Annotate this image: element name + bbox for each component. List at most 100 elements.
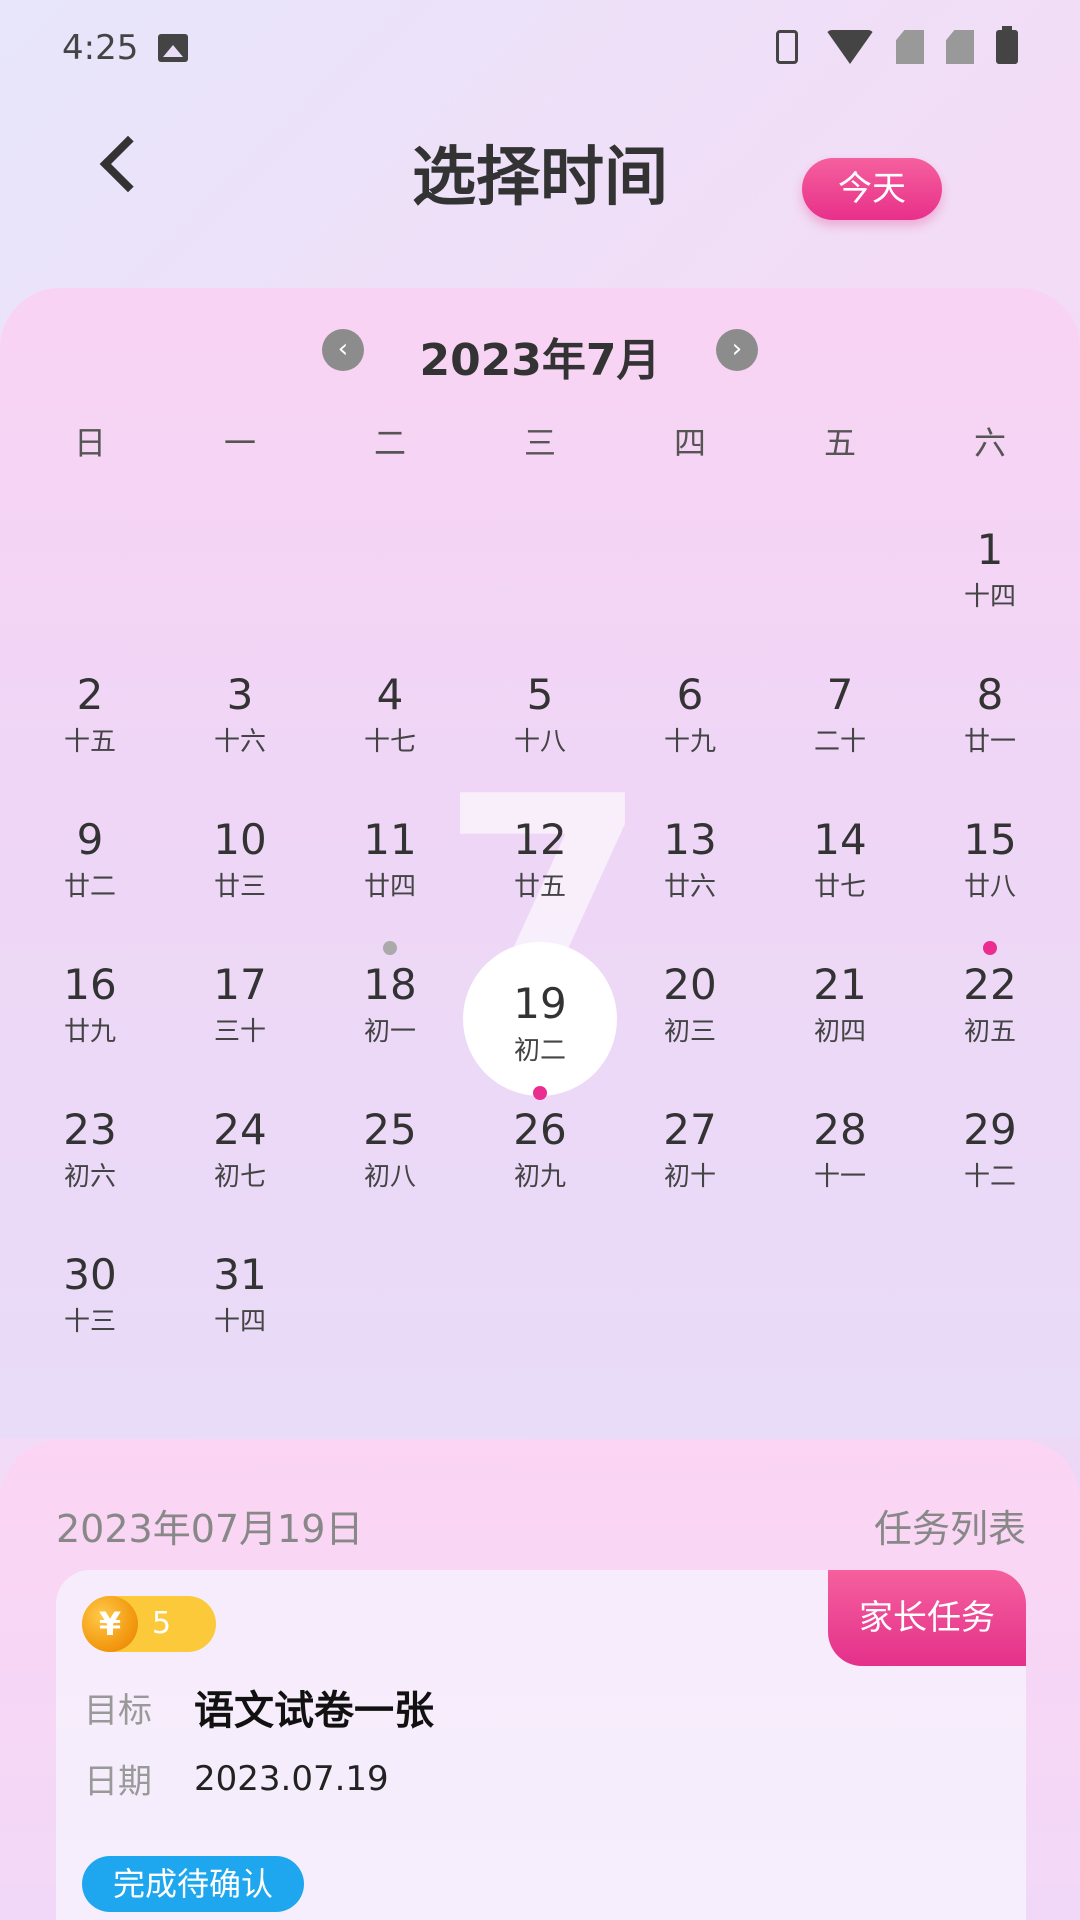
lunar-date: 十一 (813, 1162, 866, 1192)
task-dot (533, 1086, 547, 1100)
today-button[interactable]: 今天 (802, 158, 942, 220)
reward-badge: ¥ 5 (82, 1596, 216, 1652)
day-cell[interactable]: 24 初七 (165, 1086, 315, 1231)
day-cell-empty (615, 506, 765, 651)
calendar-card: ‹ 2023年7月 › 日 一 二 三 四 五 六 7 1 十四 2 十五 3 十六 4 十七 5 十八 6 十九… (0, 288, 1080, 1438)
day-number: 31 (213, 1250, 267, 1299)
day-number: 14 (813, 815, 867, 864)
day-cell[interactable]: 10 廿三 (165, 796, 315, 941)
day-cell[interactable]: 28 十一 (765, 1086, 915, 1231)
lunar-date: 廿四 (363, 872, 416, 902)
lunar-date: 十四 (963, 582, 1016, 612)
date-value: 2023.07.19 (194, 1758, 389, 1799)
lunar-date: 十四 (213, 1307, 266, 1337)
day-cell[interactable]: 14 廿七 (765, 796, 915, 941)
day-cell[interactable]: 1 十四 (915, 506, 1065, 651)
day-number: 21 (813, 960, 867, 1009)
day-number: 24 (213, 1105, 267, 1154)
day-cell[interactable]: 15 廿八 (915, 796, 1065, 941)
day-number: 6 (676, 670, 704, 719)
day-number: 19 (513, 979, 567, 1028)
day-cell[interactable]: 20 初三 (615, 941, 765, 1086)
lunar-date: 初一 (363, 1017, 416, 1047)
lunar-date: 廿三 (213, 872, 266, 902)
task-dot (383, 941, 397, 955)
lunar-date: 初四 (813, 1017, 866, 1047)
day-cell[interactable]: 4 十七 (315, 651, 465, 796)
day-cell[interactable]: 25 初八 (315, 1086, 465, 1231)
day-number: 5 (526, 670, 554, 719)
day-cell[interactable]: 11 廿四 (315, 796, 465, 941)
weekday-label: 日 (73, 424, 106, 462)
task-list-link[interactable]: 任务列表 (874, 1498, 1026, 1553)
weekday-label: 六 (973, 424, 1006, 462)
goal-label: 目标 (84, 1690, 152, 1731)
day-number: 13 (663, 815, 717, 864)
task-dot (983, 941, 997, 955)
lunar-date: 初五 (963, 1017, 1016, 1047)
goal-value: 语文试卷一张 (194, 1688, 434, 1734)
vibrate-icon (776, 30, 798, 64)
sim-icon (946, 30, 974, 64)
day-number: 28 (813, 1105, 867, 1154)
lunar-date: 十二 (963, 1162, 1016, 1192)
day-cell[interactable]: 22 初五 (915, 941, 1065, 1086)
day-number: 3 (226, 670, 254, 719)
day-cell[interactable]: 8 廿一 (915, 651, 1065, 796)
weekday-label: 一 (223, 424, 256, 462)
day-cell[interactable]: 31 十四 (165, 1231, 315, 1376)
day-cell[interactable]: 2 十五 (15, 651, 165, 796)
status-badge: 完成待确认 (82, 1856, 304, 1912)
day-cell[interactable]: 9 廿二 (15, 796, 165, 941)
day-cell[interactable]: 16 廿九 (15, 941, 165, 1086)
day-number: 22 (963, 960, 1017, 1009)
day-cell[interactable]: 13 廿六 (615, 796, 765, 941)
chevron-right-icon: › (731, 334, 743, 364)
lunar-date: 初十 (663, 1162, 716, 1192)
lunar-date: 廿二 (63, 872, 116, 902)
day-cell[interactable]: 30 十三 (15, 1231, 165, 1376)
battery-icon (996, 26, 1018, 64)
day-cell[interactable]: 6 十九 (615, 651, 765, 796)
weekday-label: 五 (823, 424, 856, 462)
lunar-date: 十八 (513, 727, 566, 757)
lunar-date: 初六 (63, 1162, 116, 1192)
lunar-date: 十六 (213, 727, 266, 757)
lunar-date: 廿六 (663, 872, 716, 902)
weekday-label: 四 (673, 424, 706, 462)
lunar-date: 二十 (813, 727, 866, 757)
day-cell[interactable]: 3 十六 (165, 651, 315, 796)
day-cell[interactable]: 19 初二 (463, 941, 617, 1096)
status-icons (770, 26, 1018, 64)
day-number: 8 (976, 670, 1004, 719)
day-cell[interactable]: 7 二十 (765, 651, 915, 796)
day-cell[interactable]: 23 初六 (15, 1086, 165, 1231)
lunar-date: 初二 (513, 1036, 566, 1066)
day-cell[interactable]: 17 三十 (165, 941, 315, 1086)
lunar-date: 廿一 (963, 727, 1016, 757)
goal-row: 目标 语文试卷一张 (84, 1678, 434, 1736)
day-cell-empty (465, 506, 615, 651)
day-cell[interactable]: 12 廿五 (465, 796, 615, 941)
day-cell[interactable]: 27 初十 (615, 1086, 765, 1231)
lunar-date: 廿八 (963, 872, 1016, 902)
day-cell[interactable]: 26 初九 (465, 1086, 615, 1231)
selected-date: 2023年07月19日 (56, 1507, 364, 1551)
next-month-button[interactable]: › (716, 329, 758, 371)
lunar-date: 初九 (513, 1162, 566, 1192)
day-number: 9 (76, 815, 104, 864)
day-number: 7 (826, 670, 854, 719)
wifi-icon (826, 30, 874, 64)
lunar-date: 十九 (663, 727, 716, 757)
sim-icon (896, 30, 924, 64)
day-number: 18 (363, 960, 417, 1009)
day-number: 11 (363, 815, 417, 864)
day-number: 23 (63, 1105, 117, 1154)
task-card[interactable]: ¥ 5 家长任务 目标 语文试卷一张 日期 2023.07.19 完成待确认 (56, 1570, 1026, 1920)
day-cell[interactable]: 18 初一 (315, 941, 465, 1086)
day-number: 4 (376, 670, 404, 719)
day-cell[interactable]: 29 十二 (915, 1086, 1065, 1231)
day-cell[interactable]: 5 十八 (465, 651, 615, 796)
day-cell[interactable]: 21 初四 (765, 941, 915, 1086)
day-grid: 1 十四 2 十五 3 十六 4 十七 5 十八 6 十九 7 二十 8 廿一 9 廿二 10 廿三 11 廿四 12 廿五 1… (0, 506, 1080, 1376)
